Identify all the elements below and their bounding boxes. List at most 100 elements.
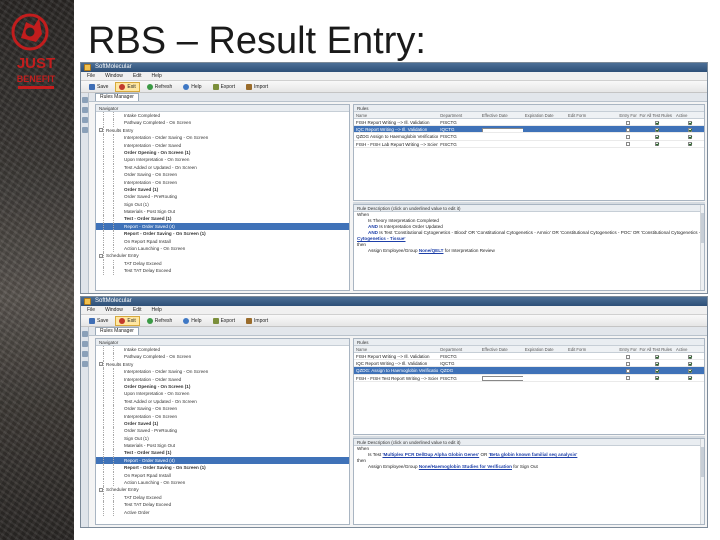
column-header[interactable]: Department (438, 346, 479, 352)
side-rail-icon[interactable] (82, 341, 88, 347)
rule-row[interactable]: IQC Report Writing --> Ill. Validation IQ… (354, 360, 704, 368)
expiration-date-cell[interactable] (523, 375, 566, 381)
refresh-button[interactable]: Refresh (143, 82, 177, 92)
save-button[interactable]: Save (85, 82, 112, 92)
column-header[interactable]: Expiration Date (523, 346, 566, 352)
column-header[interactable]: Edit Form (566, 112, 617, 118)
column-header[interactable]: Effective Date (480, 112, 523, 118)
tree-item[interactable]: Sign Out (1) (96, 434, 349, 443)
side-rail-icon[interactable] (82, 331, 88, 337)
column-header[interactable]: Entry Form (617, 112, 637, 118)
effective-date-cell[interactable] (480, 353, 523, 359)
column-header[interactable]: Active (674, 346, 704, 352)
expand-toggle-icon[interactable]: - (99, 128, 103, 133)
tree-item[interactable]: Report - Order Saved (4) (96, 456, 349, 465)
checked-checkbox[interactable] (654, 369, 659, 374)
checked-checkbox[interactable] (688, 369, 693, 374)
edit-form-cell[interactable] (566, 353, 617, 359)
rule-value-link[interactable]: 'Beta globin known familial seq analysis… (489, 452, 578, 457)
menu-item-file[interactable]: File (87, 307, 95, 313)
expiration-date-cell[interactable] (523, 367, 566, 373)
column-header[interactable]: Name (354, 112, 438, 118)
column-header[interactable]: Active (674, 112, 704, 118)
tree-item[interactable]: Interpretation - On Screen (96, 412, 349, 420)
tree-item[interactable]: Test TAT Delay Exceed (96, 501, 349, 509)
tree-item[interactable]: Report - Order Saved (4) (96, 222, 349, 231)
edit-form-cell[interactable] (566, 375, 617, 381)
vertical-scrollbar[interactable] (700, 205, 704, 290)
checked-checkbox[interactable] (688, 376, 693, 381)
menu-item-window[interactable]: Window (105, 73, 123, 79)
tree-item[interactable]: Test - Order Saved (1) (96, 449, 349, 457)
tree-item[interactable]: Interpretation - Order Saved (96, 141, 349, 149)
checked-checkbox[interactable] (688, 128, 693, 132)
edit-form-cell[interactable] (566, 126, 617, 132)
effective-date-cell[interactable] (480, 133, 523, 139)
date-dropdown[interactable] (481, 127, 523, 133)
export-button[interactable]: Export (209, 82, 239, 92)
unchecked-checkbox[interactable] (626, 128, 631, 132)
tree-item[interactable]: Order Opening - On Screen (1) (96, 148, 349, 157)
tree-item[interactable]: Test Added or Updated - On Screen (96, 397, 349, 406)
rule-row[interactable]: FISH - FISH Test Report Writing --> Scie… (354, 375, 704, 382)
checked-checkbox[interactable] (688, 354, 693, 359)
tree-item[interactable]: Order Saving - On Screen (96, 405, 349, 413)
edit-form-cell[interactable] (566, 133, 617, 139)
exit-button[interactable]: Exit (115, 315, 140, 326)
menu-item-help[interactable]: Help (151, 307, 161, 313)
unchecked-checkbox[interactable] (626, 120, 631, 125)
effective-date-cell[interactable] (480, 367, 523, 373)
tree-item[interactable]: Interpretation - Order Saving - On Scree… (96, 134, 349, 142)
tree-item[interactable]: Order Saving - On Screen (96, 171, 349, 179)
checked-checkbox[interactable] (654, 135, 659, 140)
tree-item[interactable]: Pathway Completed - On Screen (96, 119, 349, 127)
rule-value-link[interactable]: None/QELT (419, 248, 444, 253)
vertical-scrollbar[interactable] (700, 439, 704, 524)
checked-checkbox[interactable] (654, 120, 659, 125)
tab-rules-manager[interactable]: Rules Manager (95, 327, 139, 335)
checked-checkbox[interactable] (688, 120, 693, 125)
expand-toggle-icon[interactable]: - (99, 362, 103, 367)
import-button[interactable]: Import (242, 82, 272, 92)
checked-checkbox[interactable] (688, 135, 693, 140)
side-rail-icon[interactable] (82, 107, 88, 113)
menu-item-help[interactable]: Help (151, 73, 161, 79)
rule-row[interactable]: QZDG: Assign to Haemoglobin Verification… (354, 367, 704, 375)
unchecked-checkbox[interactable] (626, 142, 631, 147)
edit-form-cell[interactable] (566, 367, 617, 373)
tree-item[interactable]: Action Launching - On Screen (96, 479, 349, 487)
checked-checkbox[interactable] (654, 362, 659, 366)
tree-item[interactable]: Upon Interpretation - On Screen (96, 156, 349, 164)
tree-item[interactable]: Interpretation - On Screen (96, 178, 349, 186)
tree-item[interactable]: On Report Rpad Install (96, 237, 349, 246)
side-rail-icon[interactable] (82, 117, 88, 123)
expand-toggle-icon[interactable]: - (99, 488, 103, 493)
expiration-date-cell[interactable] (523, 360, 566, 366)
tree-item[interactable]: Report - Order Saving - On Screen (1) (96, 464, 349, 472)
checked-checkbox[interactable] (688, 362, 693, 366)
menu-item-window[interactable]: Window (105, 307, 123, 313)
date-dropdown[interactable] (481, 375, 523, 381)
effective-date-cell[interactable] (480, 119, 523, 125)
help-button[interactable]: Help (179, 316, 205, 326)
unchecked-checkbox[interactable] (626, 354, 631, 359)
import-button[interactable]: Import (242, 316, 272, 326)
tree-item[interactable]: TAT Delay Exceed (96, 259, 349, 268)
side-rail-icon[interactable] (82, 127, 88, 133)
edit-form-cell[interactable] (566, 119, 617, 125)
export-button[interactable]: Export (209, 316, 239, 326)
menu-item-edit[interactable]: Edit (133, 73, 142, 79)
tree-item[interactable]: - Results Entry (96, 126, 349, 135)
tree-item[interactable]: - Scheduler Entry (96, 252, 349, 260)
tree-item[interactable]: Intake Completed (96, 112, 349, 120)
tree-item[interactable]: Order Saved (1) (96, 185, 349, 194)
tab-rules-manager[interactable]: Rules Manager (95, 93, 139, 101)
tree-item[interactable]: Test - Order Saved (1) (96, 215, 349, 223)
tree-item[interactable]: - Scheduler Entry (96, 486, 349, 494)
column-header[interactable]: For All Test Rules (637, 112, 674, 118)
tree-item[interactable]: Materials - Post Sign Out (96, 208, 349, 216)
help-button[interactable]: Help (179, 82, 205, 92)
tree-item[interactable]: Report - Order Saving - On Screen (1) (96, 230, 349, 238)
tree-item[interactable]: Order Saved - PreRouting (96, 193, 349, 201)
unchecked-checkbox[interactable] (626, 362, 631, 366)
